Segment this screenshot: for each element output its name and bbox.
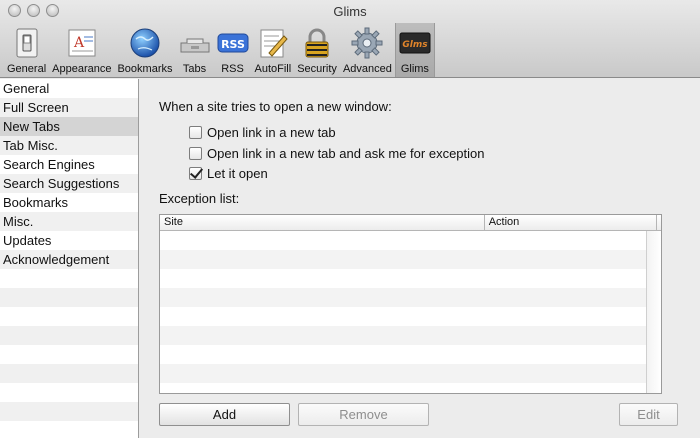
toolbar-glims[interactable]: Glms Glims: [394, 23, 435, 77]
toolbar-security[interactable]: Security: [294, 23, 340, 77]
checkbox-open-in-new-tab[interactable]: [189, 126, 202, 139]
toolbar-advanced-label: Advanced: [342, 63, 392, 75]
table-row: [160, 345, 661, 364]
sidebar-item-bookmarks[interactable]: Bookmarks: [0, 193, 138, 212]
new-window-question: When a site tries to open a new window:: [159, 99, 392, 114]
checkbox-open-in-new-tab-ask[interactable]: [189, 147, 202, 160]
add-button[interactable]: Add: [159, 403, 290, 426]
sidebar-empty-row: [0, 345, 138, 364]
font-document-icon: A: [66, 27, 98, 59]
exception-table-body: [160, 231, 661, 393]
toolbar-autofill[interactable]: AutoFill: [252, 23, 295, 77]
preferences-toolbar: General A Appearance Bookmarks Tabs RSS …: [4, 23, 435, 77]
sidebar-item-full-screen[interactable]: Full Screen: [0, 98, 138, 117]
table-row: [160, 250, 661, 269]
sidebar-empty-row: [0, 402, 138, 421]
toolbar-glims-label: Glims: [400, 63, 429, 75]
table-row: [160, 326, 661, 345]
sidebar-item-misc[interactable]: Misc.: [0, 212, 138, 231]
sidebar-empty-row: [0, 383, 138, 402]
light-switch-icon: [11, 27, 43, 59]
column-header-site[interactable]: Site: [160, 215, 485, 230]
sidebar-item-new-tabs[interactable]: New Tabs: [0, 117, 138, 136]
glims-icon-text: Glms: [402, 40, 428, 50]
sidebar-empty-row: [0, 307, 138, 326]
option-open-in-new-tab-ask[interactable]: Open link in a new tab and ask me for ex…: [189, 146, 485, 161]
option-let-it-open-label: Let it open: [207, 166, 268, 181]
toolbar-tabs-label: Tabs: [182, 63, 207, 75]
sidebar-empty-row: [0, 288, 138, 307]
globe-icon: [129, 27, 161, 59]
tab-icon: [179, 27, 211, 59]
table-row: [160, 231, 661, 250]
table-row: [160, 383, 661, 393]
toolbar-general-label: General: [7, 63, 47, 75]
gear-icon: [351, 27, 383, 59]
table-row: [160, 288, 661, 307]
table-row: [160, 364, 661, 383]
table-row: [160, 307, 661, 326]
option-open-in-new-tab[interactable]: Open link in a new tab: [189, 125, 336, 140]
toolbar-bookmarks[interactable]: Bookmarks: [114, 23, 175, 77]
toolbar-bookmarks-label: Bookmarks: [117, 63, 173, 75]
sidebar-empty-row: [0, 421, 138, 438]
option-open-in-new-tab-label: Open link in a new tab: [207, 125, 336, 140]
toolbar-appearance-label: Appearance: [52, 63, 112, 75]
category-sidebar: General Full Screen New Tabs Tab Misc. S…: [0, 79, 139, 438]
window-titlebar: Glims General A Appearance Bookmarks Tab…: [0, 0, 700, 78]
pencil-form-icon: [257, 27, 289, 59]
sidebar-item-search-suggestions[interactable]: Search Suggestions: [0, 174, 138, 193]
toolbar-security-label: Security: [297, 63, 337, 75]
toolbar-general[interactable]: General: [4, 23, 49, 77]
toolbar-appearance[interactable]: A Appearance: [49, 23, 114, 77]
sidebar-empty-row: [0, 269, 138, 288]
exception-list-label: Exception list:: [159, 191, 240, 206]
exception-table-header: Site Action: [160, 215, 661, 231]
checkbox-let-it-open[interactable]: [189, 167, 202, 180]
exception-table-scrollbar[interactable]: [646, 231, 661, 393]
sidebar-item-general[interactable]: General: [0, 79, 138, 98]
padlock-icon: [301, 27, 333, 59]
window-title: Glims: [333, 4, 367, 19]
new-tabs-panel: When a site tries to open a new window: …: [140, 79, 700, 438]
toolbar-tabs[interactable]: Tabs: [176, 23, 214, 77]
table-row: [160, 269, 661, 288]
option-open-in-new-tab-ask-label: Open link in a new tab and ask me for ex…: [207, 146, 485, 161]
option-let-it-open[interactable]: Let it open: [189, 166, 268, 181]
toolbar-advanced[interactable]: Advanced: [340, 23, 395, 77]
sidebar-item-acknowledgement[interactable]: Acknowledgement: [0, 250, 138, 269]
sidebar-item-tab-misc[interactable]: Tab Misc.: [0, 136, 138, 155]
svg-text:A: A: [73, 35, 85, 51]
toolbar-rss-label: RSS: [221, 63, 244, 75]
remove-button[interactable]: Remove: [298, 403, 429, 426]
column-header-corner: [657, 215, 661, 230]
rss-icon: RSS: [217, 27, 249, 59]
sidebar-item-updates[interactable]: Updates: [0, 231, 138, 250]
exception-table[interactable]: Site Action: [159, 214, 662, 394]
sidebar-empty-row: [0, 364, 138, 383]
sidebar-item-search-engines[interactable]: Search Engines: [0, 155, 138, 174]
edit-button[interactable]: Edit: [619, 403, 678, 426]
toolbar-autofill-label: AutoFill: [254, 63, 292, 75]
rss-icon-text: RSS: [221, 38, 245, 51]
toolbar-rss[interactable]: RSS RSS: [214, 23, 252, 77]
glims-icon: Glms: [399, 27, 431, 59]
sidebar-empty-row: [0, 326, 138, 345]
column-header-action[interactable]: Action: [485, 215, 657, 230]
